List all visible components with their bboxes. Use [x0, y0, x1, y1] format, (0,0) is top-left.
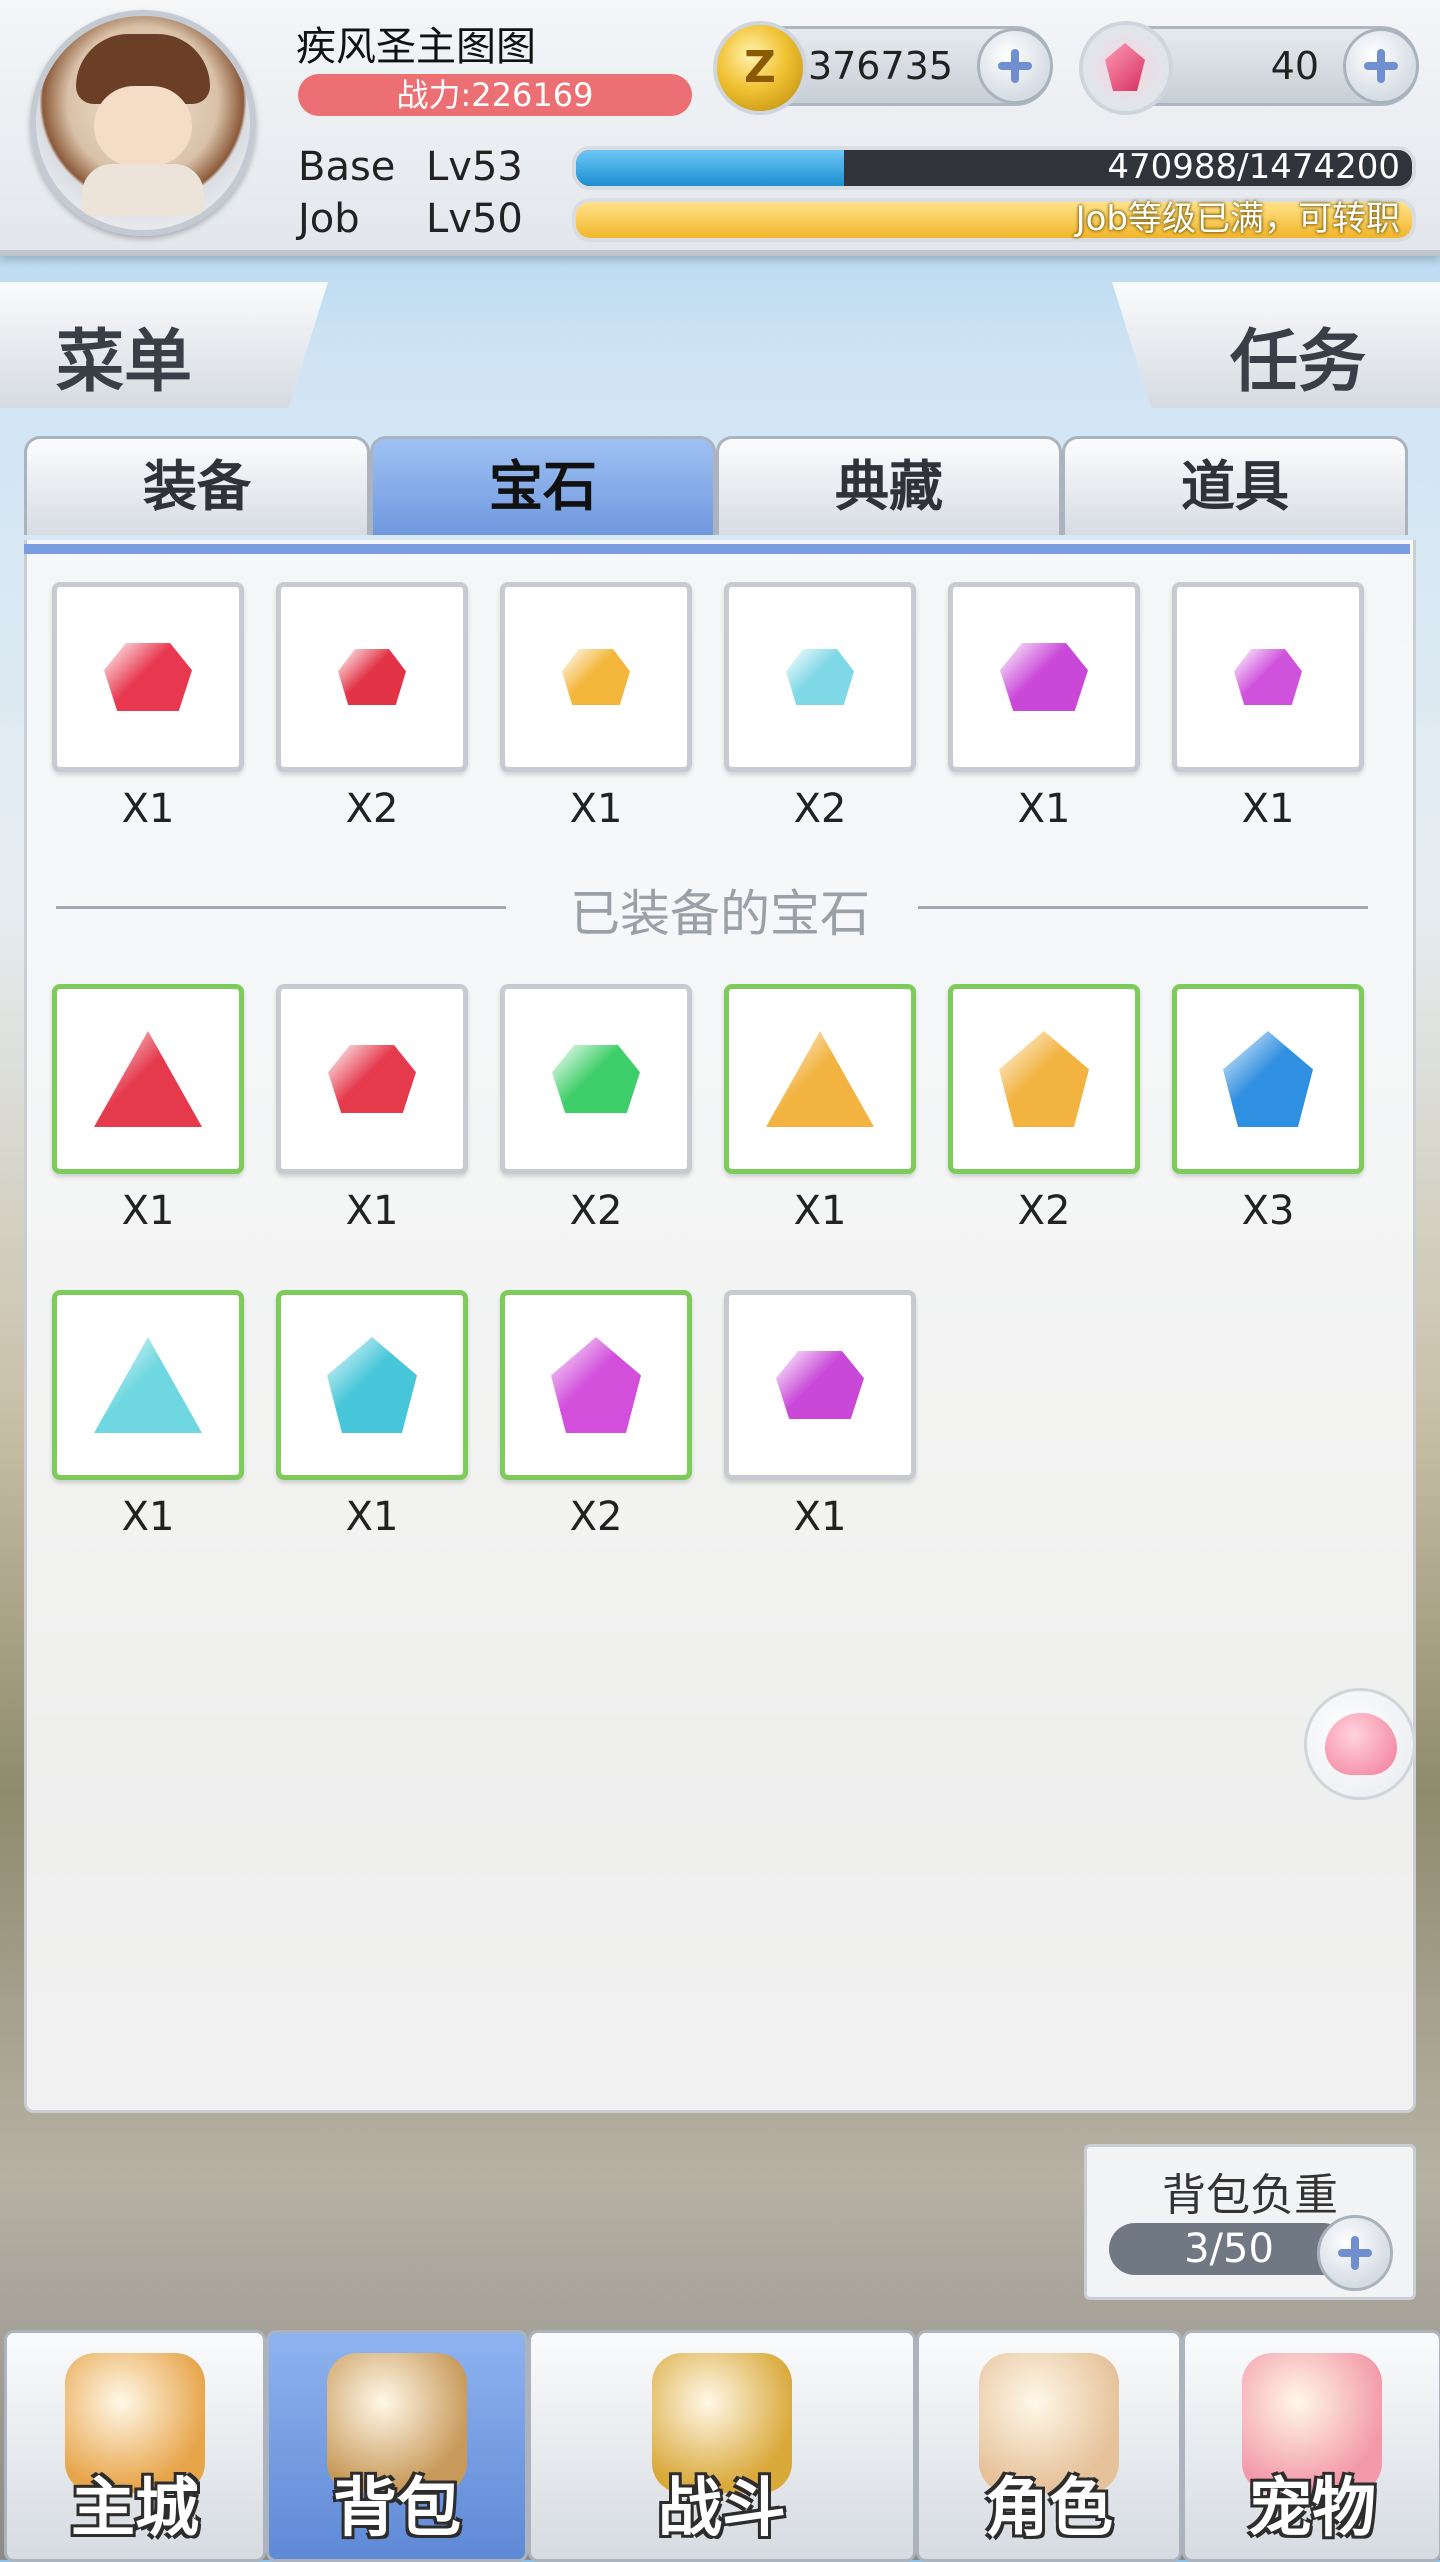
- gem-slot[interactable]: [52, 582, 244, 772]
- bag-weight-box: 背包负重 3/50: [1084, 2144, 1416, 2300]
- gem-icon: [552, 1045, 640, 1113]
- gem-count: X2: [793, 786, 847, 832]
- gem-icon: [766, 1031, 874, 1127]
- tab-items[interactable]: 道具: [1062, 436, 1408, 535]
- gem-count: X1: [345, 1188, 399, 1234]
- base-exp-text: 470988/1474200: [1107, 147, 1400, 187]
- gem-slot[interactable]: [276, 582, 468, 772]
- tab-equipment[interactable]: 装备: [24, 436, 370, 535]
- gem-counter: 40: [1079, 21, 1419, 115]
- gem-icon: [94, 1031, 202, 1127]
- tasks-button-label: 任务: [1230, 323, 1367, 402]
- nav-label: 背包: [333, 2472, 461, 2546]
- gem-count: X2: [1017, 1188, 1071, 1234]
- combat-power-badge: 战力:226169: [298, 74, 692, 116]
- gem-slot[interactable]: [500, 1290, 692, 1480]
- inventory-tabs: 装备 宝石 典藏 道具: [24, 436, 1410, 554]
- add-gems-button[interactable]: [1343, 28, 1419, 104]
- gem-count: X2: [569, 1188, 623, 1234]
- gem-slot[interactable]: [724, 582, 916, 772]
- gem-icon: [562, 649, 630, 705]
- gem-slot[interactable]: [724, 984, 916, 1174]
- gem-count: X1: [569, 786, 623, 832]
- gem-count: X2: [569, 1494, 623, 1540]
- gem-icon: [786, 649, 854, 705]
- gem-slot[interactable]: [500, 984, 692, 1174]
- gem-icon: [327, 1337, 417, 1433]
- job-status-text: Job等级已满，可转职: [1075, 199, 1400, 239]
- gem-slot[interactable]: [52, 984, 244, 1174]
- base-label: Base: [298, 144, 396, 190]
- bag-weight-label: 背包负重: [1162, 2170, 1338, 2221]
- gem-count: X1: [121, 1188, 175, 1234]
- gem-count: X1: [1241, 786, 1295, 832]
- gem-count: X1: [793, 1494, 847, 1540]
- job-label: Job: [298, 196, 360, 242]
- nav-battle[interactable]: 战斗: [528, 2330, 916, 2562]
- base-level: Lv53: [426, 144, 523, 190]
- gem-count: X1: [793, 1188, 847, 1234]
- pet-poring-icon[interactable]: [1304, 1688, 1416, 1800]
- nav-label: 角色: [985, 2472, 1113, 2546]
- gem-count: X3: [1241, 1188, 1295, 1234]
- nav-main-city[interactable]: 主城: [4, 2330, 266, 2562]
- nav-character[interactable]: 角色: [916, 2330, 1182, 2562]
- nav-pet[interactable]: 宠物: [1182, 2330, 1440, 2562]
- gem-slot[interactable]: [500, 582, 692, 772]
- zeny-coin-icon: Z: [713, 21, 807, 115]
- zeny-counter: Z 376735: [713, 21, 1053, 115]
- gem-count: X1: [121, 786, 175, 832]
- gem-count: X2: [345, 786, 399, 832]
- tab-collection[interactable]: 典藏: [716, 436, 1062, 535]
- menu-button-label: 菜单: [56, 323, 193, 402]
- equipped-gems-heading: 已装备的宝石: [570, 885, 870, 943]
- gem-icon: [1234, 649, 1302, 705]
- gem-icon: [104, 643, 192, 711]
- gem-icon: [94, 1337, 202, 1433]
- gem-icon: [338, 649, 406, 705]
- pink-gem-icon: [1079, 21, 1173, 115]
- job-level: Lv50: [426, 196, 523, 242]
- gem-icon: [328, 1045, 416, 1113]
- gem-icon: [776, 1351, 864, 1419]
- expand-bag-button[interactable]: [1317, 2215, 1393, 2291]
- nav-label: 战斗: [658, 2472, 786, 2546]
- zeny-amount: 376735: [807, 44, 953, 88]
- gem-icon: [1000, 643, 1088, 711]
- tasks-button[interactable]: 任务: [1112, 282, 1440, 408]
- gem-slot[interactable]: [52, 1290, 244, 1480]
- player-name: 疾风圣主图图: [296, 24, 536, 70]
- gem-slot[interactable]: [724, 1290, 916, 1480]
- gem-slot[interactable]: [276, 1290, 468, 1480]
- gem-amount: 40: [1270, 44, 1319, 88]
- bottom-nav: 主城 背包 战斗 角色 宠物: [0, 2330, 1440, 2562]
- gem-slot[interactable]: [276, 984, 468, 1174]
- gem-count: X1: [1017, 786, 1071, 832]
- bag-weight-value: 3/50: [1109, 2223, 1349, 2275]
- gem-slot[interactable]: [1172, 582, 1364, 772]
- gem-slot[interactable]: [948, 582, 1140, 772]
- menu-button[interactable]: 菜单: [0, 282, 328, 408]
- gem-icon: [1223, 1031, 1313, 1127]
- gem-count: X1: [345, 1494, 399, 1540]
- gem-slot[interactable]: [1172, 984, 1364, 1174]
- add-zeny-button[interactable]: [977, 28, 1053, 104]
- gem-count: X1: [121, 1494, 175, 1540]
- divider-line-right: [918, 906, 1368, 909]
- nav-label: 主城: [71, 2472, 199, 2546]
- tab-gems[interactable]: 宝石: [370, 436, 716, 535]
- gem-icon: [551, 1337, 641, 1433]
- gem-icon: [999, 1031, 1089, 1127]
- nav-label: 宠物: [1248, 2472, 1376, 2546]
- player-avatar[interactable]: [30, 10, 256, 236]
- gem-slot[interactable]: [948, 984, 1140, 1174]
- divider-line-left: [56, 906, 506, 909]
- nav-backpack[interactable]: 背包: [266, 2330, 528, 2562]
